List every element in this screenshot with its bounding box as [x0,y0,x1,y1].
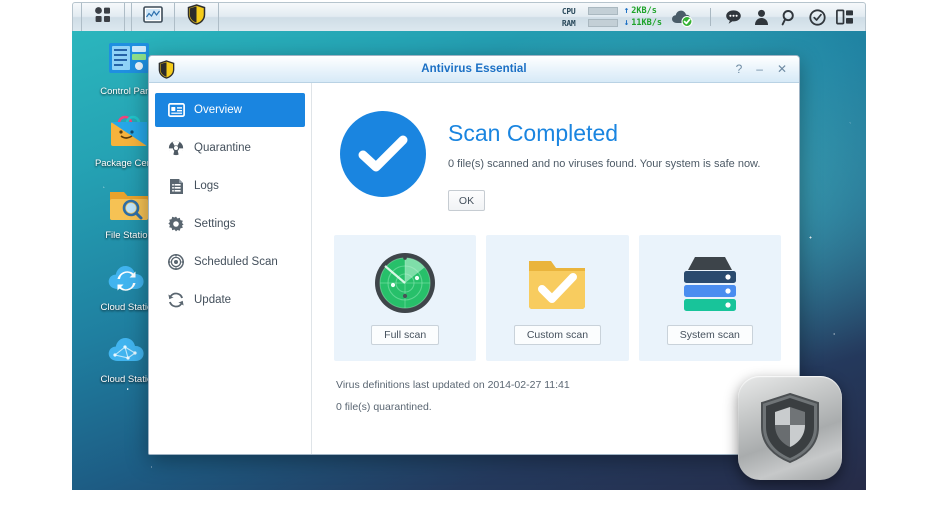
folder-check-icon [524,247,590,319]
full-scan-button[interactable]: Full scan [371,325,439,345]
arrow-up-icon: ↑ [624,6,629,16]
card-system-scan[interactable]: System scan [639,235,781,361]
upload-speed: ↑ 2KB/s [624,6,662,16]
check-circle-icon [340,111,426,197]
logs-list-icon [165,177,187,195]
resource-meters: CPU RAM [562,6,618,28]
chart-monitor-icon [143,6,163,29]
sidebar-item-scheduled-scan[interactable]: Scheduled Scan [155,245,305,279]
window-title: Antivirus Essential [149,63,799,75]
virus-definitions-note: Virus definitions last updated on 2014-0… [336,379,781,391]
user-account-icon[interactable] [747,3,775,31]
widgets-panel-icon[interactable] [831,3,859,31]
network-speeds: ↑ 2KB/s ↓ 11KB/s [624,6,662,28]
page-title: Scan Completed [448,119,760,147]
notification-bubble-icon[interactable] [719,3,747,31]
ram-meter-label: RAM [562,19,588,28]
ram-meter: RAM [562,18,618,28]
control-panel-icon [106,37,152,83]
radar-icon [372,247,438,319]
arrow-down-icon: ↓ [624,18,629,28]
target-clock-icon [165,253,187,271]
cpu-meter-label: CPU [562,7,588,16]
overview-card-icon [165,101,187,119]
scan-description: 0 file(s) scanned and no viruses found. … [448,158,760,170]
taskbar-antivirus-button[interactable] [175,3,219,31]
close-button[interactable]: ✕ [777,63,787,75]
cloud-station-icon [106,325,152,371]
sidebar-item-update[interactable]: Update [155,283,305,317]
scan-options: Full scan Custom scan [334,235,781,361]
cpu-meter-bar [588,7,618,15]
cloud-sync-ok-icon[interactable] [670,7,694,27]
system-scan-button[interactable]: System scan [667,325,753,345]
download-speed: ↓ 11KB/s [624,18,662,28]
server-stack-icon [675,247,745,319]
quarantined-count-note: 0 file(s) quarantined. [336,401,781,413]
minimize-button[interactable]: – [756,63,763,75]
cloud-station-sync-icon [106,253,152,299]
search-icon[interactable] [775,3,803,31]
ram-meter-bar [588,19,618,27]
upload-speed-value: 2KB/s [631,6,657,16]
tray-divider [710,8,711,26]
sidebar-item-label: Overview [194,104,242,116]
ok-button[interactable]: OK [448,190,485,211]
cpu-meter: CPU [562,6,618,16]
download-speed-value: 11KB/s [631,18,662,28]
sidebar-item-label: Settings [194,218,236,230]
biohazard-icon [165,139,187,157]
taskbar-spacer [219,3,562,31]
sidebar-item-label: Logs [194,180,219,192]
help-button[interactable]: ? [736,63,743,75]
sidebar-item-label: Scheduled Scan [194,256,278,268]
sidebar-item-logs[interactable]: Logs [155,169,305,203]
taskbar: CPU RAM ↑ 2KB/s ↓ 11KB/s [72,2,866,32]
shield-yellow-icon [187,4,206,30]
main-content: Scan Completed 0 file(s) scanned and no … [312,83,799,455]
taskbar-tray: CPU RAM ↑ 2KB/s ↓ 11KB/s [562,3,865,31]
antivirus-window: Antivirus Essential ? – ✕ [148,55,800,455]
screenshot-root: CPU RAM ↑ 2KB/s ↓ 11KB/s [0,0,938,510]
scan-status-text: Scan Completed 0 file(s) scanned and no … [448,111,760,211]
taskbar-resource-monitor-button[interactable] [131,3,175,31]
sidebar-item-label: Update [194,294,231,306]
card-full-scan[interactable]: Full scan [334,235,476,361]
taskbar-main-menu-button[interactable] [81,3,125,31]
sidebar: Overview Quarantine [149,83,312,455]
custom-scan-button[interactable]: Custom scan [514,325,601,345]
scan-status-hero: Scan Completed 0 file(s) scanned and no … [334,105,781,211]
window-titlebar[interactable]: Antivirus Essential ? – ✕ [149,56,799,83]
package-center-icon [106,109,152,155]
sidebar-item-label: Quarantine [194,142,251,154]
sidebar-item-quarantine[interactable]: Quarantine [155,131,305,165]
grid-squares-icon [94,6,112,29]
antivirus-shield-badge-icon [738,376,842,480]
file-station-icon [106,181,152,227]
sidebar-item-overview[interactable]: Overview [155,93,305,127]
desktop: Control Panel Package Center [72,31,866,490]
card-custom-scan[interactable]: Custom scan [486,235,628,361]
check-circle-icon[interactable] [803,3,831,31]
window-controls: ? – ✕ [736,63,799,75]
window-body: Overview Quarantine [149,83,799,455]
gear-icon [165,215,187,233]
refresh-icon [165,291,187,309]
footnotes: Virus definitions last updated on 2014-0… [334,379,781,413]
sidebar-item-settings[interactable]: Settings [155,207,305,241]
